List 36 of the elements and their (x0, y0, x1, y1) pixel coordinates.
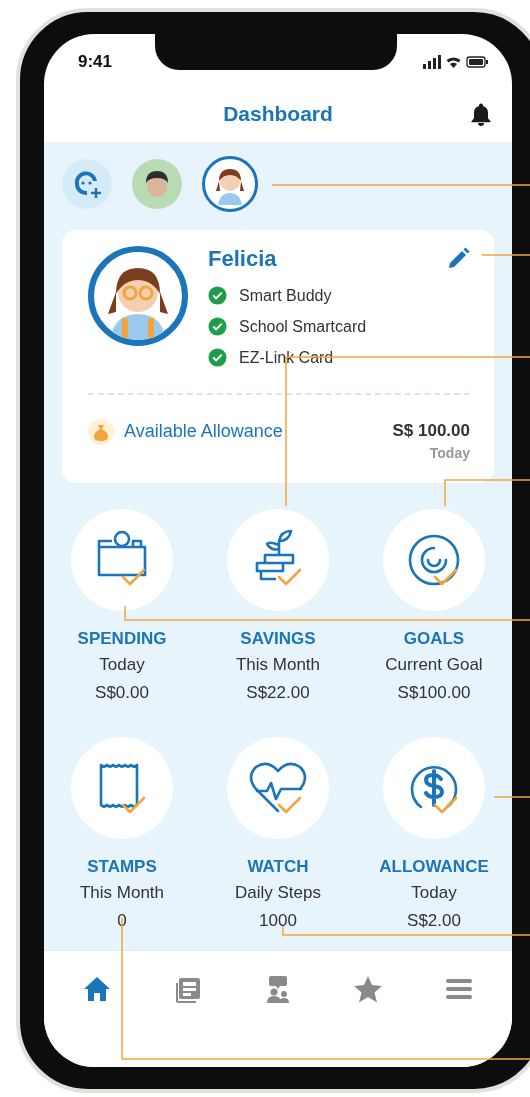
tile-subtitle: Daily Steps (235, 882, 321, 904)
notification-bell-icon[interactable] (470, 102, 492, 126)
tile-title: ALLOWANCE (379, 856, 489, 878)
wifi-icon (446, 56, 461, 68)
battery-icon (466, 56, 488, 68)
linked-card-label: Smart Buddy (239, 286, 332, 305)
leader-line (481, 254, 530, 256)
edit-pencil-icon[interactable] (446, 247, 470, 271)
profile-avatar[interactable] (132, 159, 182, 209)
signal-icon (423, 55, 441, 69)
tile-subtitle: Today (99, 654, 145, 676)
tile-title: WATCH (247, 856, 309, 878)
tile-title: STAMPS (87, 856, 157, 878)
allowance-label: Available Allowance (124, 421, 284, 442)
profile-avatar[interactable] (202, 156, 258, 212)
money-bag-icon (88, 419, 114, 445)
tile-subtitle: Current Goal (385, 654, 483, 676)
allowance-amount: S$ 100.00 (392, 421, 470, 441)
tile-value: 0 (117, 910, 127, 932)
tile-subtitle: This Month (235, 654, 321, 676)
allowance-period: Today (429, 445, 470, 461)
tile-value: 1000 (259, 910, 297, 932)
tile-title: SPENDING (77, 628, 167, 650)
tile-subtitle: This Month (79, 882, 165, 904)
child-name: Felicia (208, 246, 277, 272)
tile-title: SAVINGS (240, 628, 316, 650)
tile-value: S$22.00 (246, 682, 310, 704)
tile-value: S$100.00 (397, 682, 471, 704)
tile-subtitle: Today (411, 882, 457, 904)
leader-line (493, 796, 530, 798)
status-time: 9:41 (78, 52, 113, 72)
screen-title: Dashboard (223, 102, 333, 126)
linked-card-label: School Smartcard (239, 317, 367, 336)
tile-title: GOALS (403, 628, 465, 650)
tile-value: S$0.00 (95, 682, 149, 704)
tile-value: S$2.00 (407, 910, 461, 932)
